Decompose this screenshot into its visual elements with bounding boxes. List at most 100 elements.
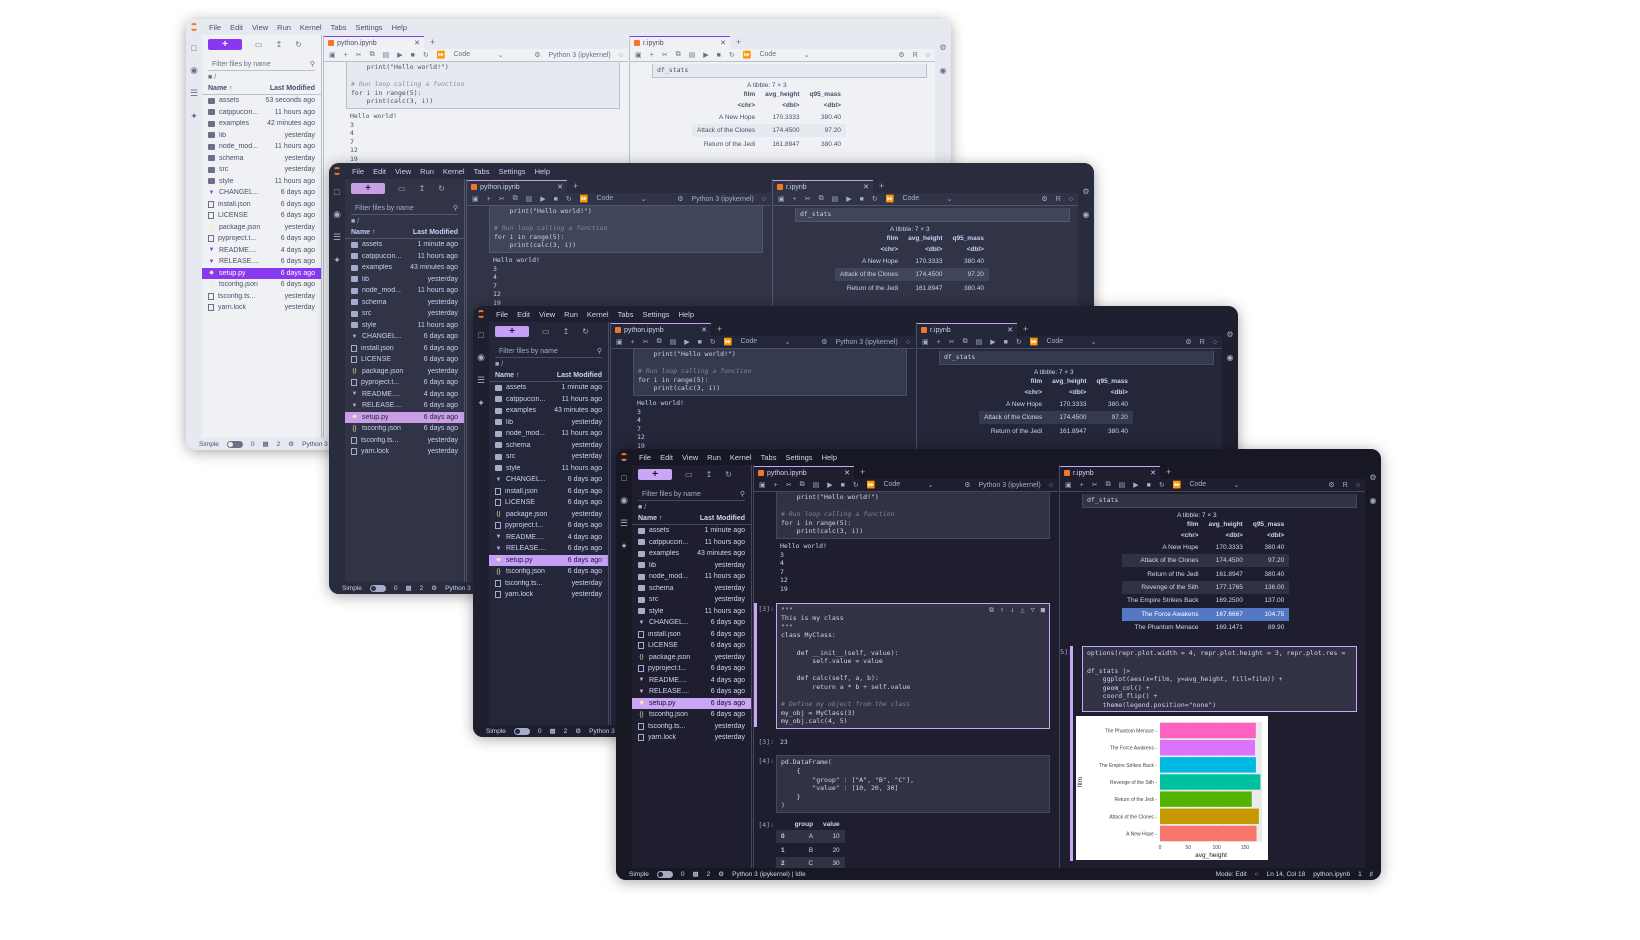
insert-cell-icon[interactable]: + [774, 482, 778, 489]
menu-item[interactable]: Edit [517, 310, 530, 319]
cell-type-select[interactable]: Code ⌄ [453, 51, 503, 59]
breadcrumb[interactable]: ■ / [345, 215, 464, 227]
refresh-icon[interactable]: ↻ [295, 40, 302, 49]
file-row[interactable]: {} tsconfig.json 6 days ago [489, 566, 608, 578]
menu-item[interactable]: Kernel [730, 453, 752, 462]
menu-item[interactable]: Kernel [443, 167, 465, 176]
file-row[interactable]: ◆ setup.py 6 days ago [202, 267, 321, 279]
restart-icon[interactable]: ↻ [1159, 481, 1165, 489]
file-row[interactable]: examples 43 minutes ago [632, 548, 751, 560]
menu-item[interactable]: Run [277, 23, 291, 32]
file-row[interactable]: src yesterday [489, 451, 608, 463]
kernel-name[interactable]: R [1056, 196, 1061, 203]
file-row[interactable]: {} package.json yesterday [632, 652, 751, 664]
run-icon[interactable]: ▶ [703, 51, 708, 59]
tab-left[interactable]: python.ipynb ✕ [324, 36, 424, 49]
cell-type-select[interactable]: Code ⌄ [883, 481, 933, 489]
breadcrumb[interactable]: ■ / [202, 71, 321, 83]
run-all-icon[interactable]: ⏩ [580, 195, 589, 203]
code-cell[interactable]: pd.DataFrame( { "group" : ["A", "B", "C"… [776, 755, 1050, 813]
insert-cell-icon[interactable]: + [487, 196, 491, 203]
save-icon[interactable]: ▣ [329, 51, 336, 59]
paste-icon[interactable]: ▤ [976, 338, 983, 346]
property-inspector-icon[interactable]: ⚙ [939, 43, 946, 52]
menu-item[interactable]: Tabs [474, 167, 490, 176]
stop-icon[interactable]: ■ [1147, 482, 1151, 489]
menu-item[interactable]: Kernel [587, 310, 609, 319]
run-all-icon[interactable]: ⏩ [867, 481, 876, 489]
paste-icon[interactable]: ▤ [813, 481, 820, 489]
debugger-icon[interactable]: ◉ [940, 66, 947, 75]
restart-icon[interactable]: ↻ [872, 195, 878, 203]
kernel-name[interactable]: Python 3 (ipykernel) [692, 196, 754, 203]
menu-item[interactable]: Run [707, 453, 721, 462]
new-folder-icon[interactable]: ▭ [255, 40, 263, 49]
debugger-icon[interactable]: ◉ [1083, 210, 1090, 219]
toc-icon[interactable]: ☰ [190, 88, 198, 99]
save-icon[interactable]: ▣ [616, 338, 623, 346]
menu-item[interactable]: Help [535, 167, 550, 176]
insert-cell-icon[interactable]: + [937, 339, 941, 346]
code-cell[interactable]: print("Hello world!") # Run loop calling… [633, 349, 907, 396]
menu-item[interactable]: Settings [642, 310, 669, 319]
file-row[interactable]: yarn.lock yesterday [632, 732, 751, 744]
menu-item[interactable]: Tabs [618, 310, 634, 319]
folder-icon[interactable]: □ [334, 187, 339, 197]
file-row[interactable]: ▼ RELEASE.... 6 days ago [489, 543, 608, 555]
kernel-name[interactable]: R [913, 52, 918, 59]
debug-icon[interactable]: ⚙ [1185, 338, 1191, 346]
menu-item[interactable]: Settings [355, 23, 382, 32]
menu-item[interactable]: Run [420, 167, 434, 176]
file-row[interactable]: ▼ CHANGEL... 6 days ago [202, 187, 321, 199]
restart-icon[interactable]: ↻ [710, 338, 716, 346]
folder-icon[interactable]: □ [478, 330, 483, 340]
paste-icon[interactable]: ▤ [383, 51, 390, 59]
file-row[interactable]: schema yesterday [632, 583, 751, 595]
col-modified-header[interactable]: Last Modified [700, 515, 745, 522]
upload-icon[interactable]: ↥ [563, 327, 570, 336]
new-folder-icon[interactable]: ▭ [685, 470, 693, 479]
close-icon[interactable]: ✕ [863, 183, 869, 191]
menu-item[interactable]: File [496, 310, 508, 319]
file-row[interactable]: catppuccin... 11 hours ago [632, 537, 751, 549]
file-row[interactable]: lib yesterday [345, 274, 464, 286]
menu-item[interactable]: Kernel [300, 23, 322, 32]
file-row[interactable]: assets 1 minute ago [632, 525, 751, 537]
file-row[interactable]: src yesterday [202, 164, 321, 176]
file-row[interactable]: install.json 6 days ago [345, 343, 464, 355]
filter-input[interactable]: Filter files by name ⚲ [495, 345, 602, 358]
file-row[interactable]: {} tsconfig.json 6 days ago [345, 423, 464, 435]
run-all-icon[interactable]: ⏩ [1173, 481, 1182, 489]
new-tab-button[interactable]: + [873, 181, 890, 191]
bell-icon[interactable]: ○ [1255, 871, 1259, 878]
debug-icon[interactable]: ⚙ [898, 51, 904, 59]
file-row[interactable]: install.json 6 days ago [489, 486, 608, 498]
file-row[interactable]: LICENSE 6 days ago [632, 640, 751, 652]
file-row[interactable]: src yesterday [632, 594, 751, 606]
kernel-name[interactable]: R [1343, 482, 1348, 489]
stop-icon[interactable]: ■ [698, 339, 702, 346]
run-all-icon[interactable]: ⏩ [437, 51, 446, 59]
file-row[interactable]: install.json 6 days ago [202, 199, 321, 211]
restart-icon[interactable]: ↻ [729, 51, 735, 59]
menu-item[interactable]: Tabs [761, 453, 777, 462]
menu-item[interactable]: File [352, 167, 364, 176]
refresh-icon[interactable]: ↻ [725, 470, 732, 479]
menu-item[interactable]: Run [564, 310, 578, 319]
debug-icon[interactable]: ⚙ [1328, 481, 1334, 489]
file-row[interactable]: catppuccin... 11 hours ago [489, 394, 608, 406]
new-launcher-button[interactable]: + [638, 468, 672, 480]
file-row[interactable]: node_mod... 11 hours ago [202, 141, 321, 153]
menu-item[interactable]: Help [679, 310, 694, 319]
insert-above-icon[interactable]: △ [1020, 606, 1024, 615]
file-row[interactable]: node_mod... 11 hours ago [345, 285, 464, 297]
tab-left[interactable]: python.ipynb ✕ [611, 323, 711, 336]
file-row[interactable]: ▼ CHANGEL... 6 days ago [345, 331, 464, 343]
file-row[interactable]: ▼ CHANGEL... 6 days ago [632, 617, 751, 629]
paste-icon[interactable]: ▤ [689, 51, 696, 59]
save-icon[interactable]: ▣ [635, 51, 642, 59]
extension-icon[interactable]: ✦ [477, 398, 485, 409]
file-row[interactable]: examples 43 minutes ago [489, 405, 608, 417]
save-icon[interactable]: ▣ [1065, 481, 1072, 489]
copy-icon[interactable]: ⧉ [819, 195, 824, 203]
